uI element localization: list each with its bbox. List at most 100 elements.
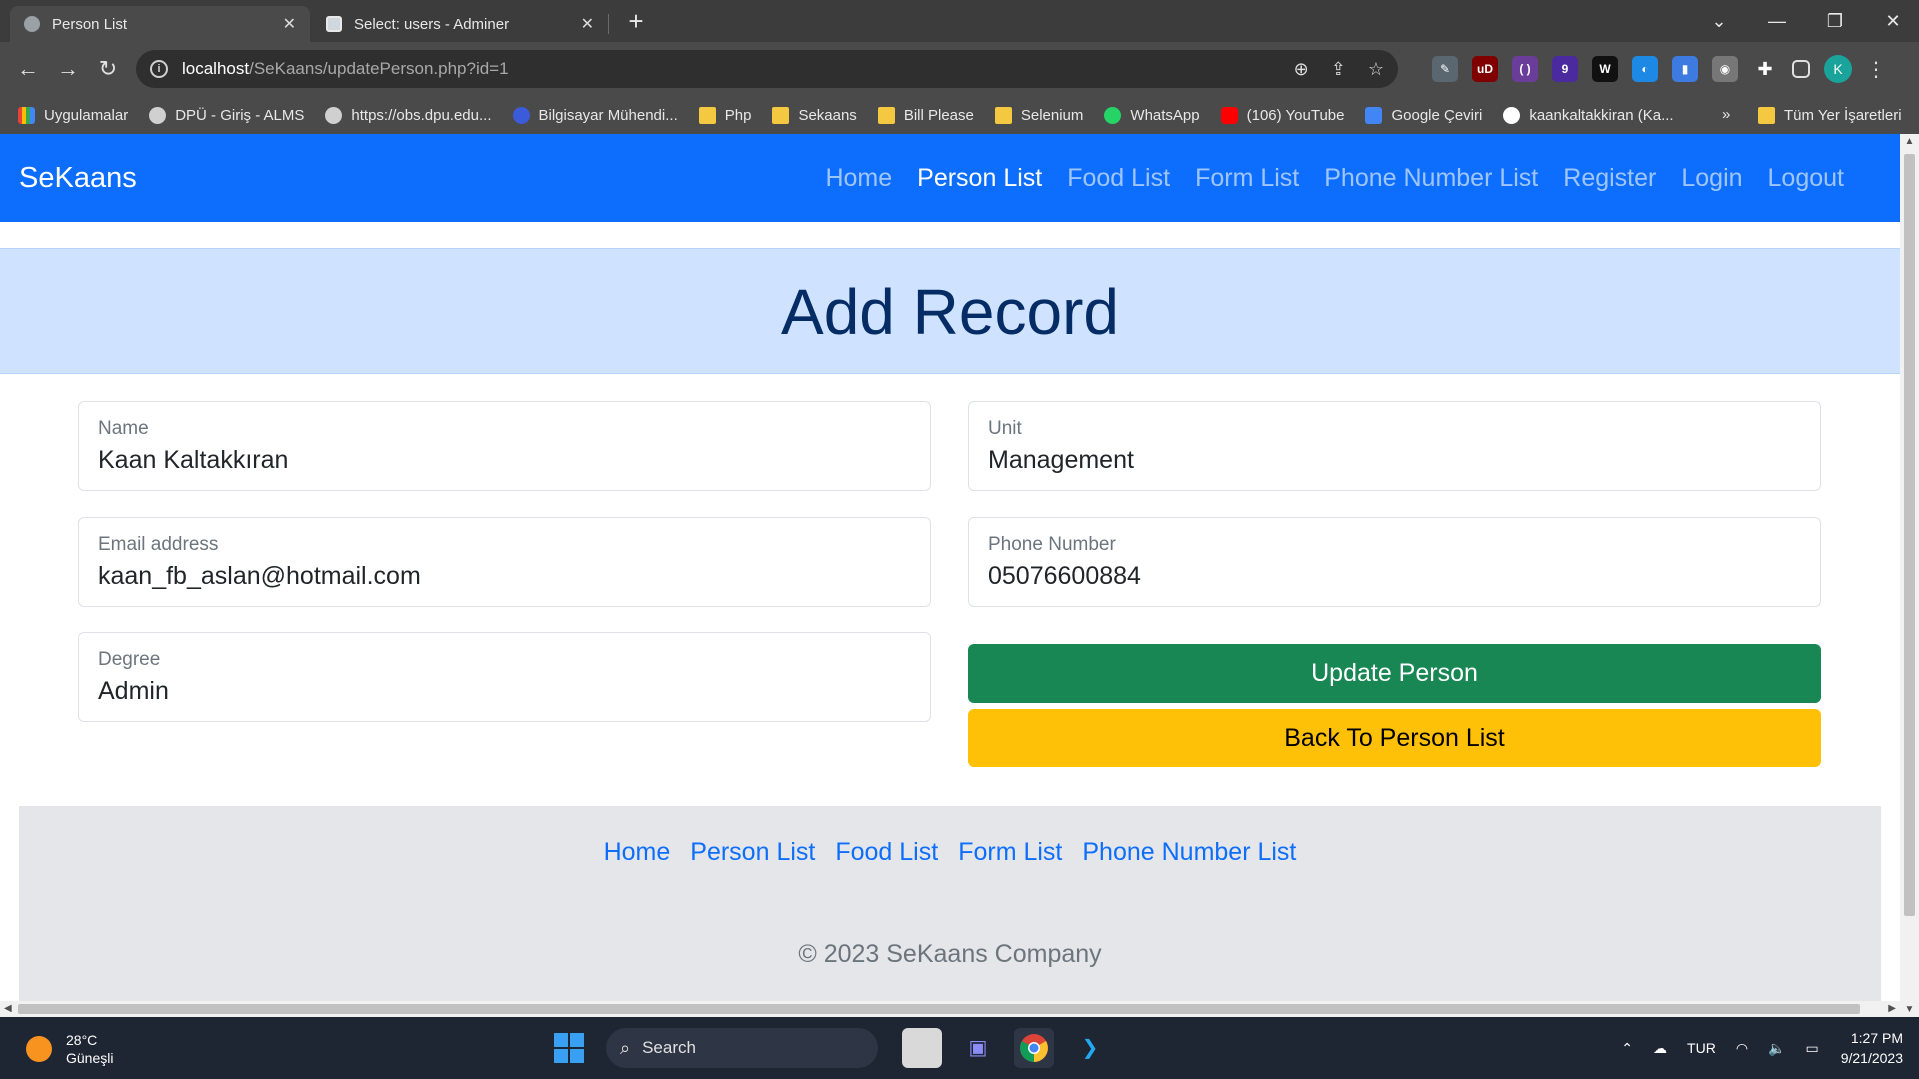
phone-input[interactable] <box>988 562 1801 591</box>
scroll-up-arrow-icon[interactable]: ▲ <box>1900 136 1919 147</box>
edge-extension-icon[interactable]: ◐ <box>1632 56 1658 82</box>
taskbar-apps: ⌕ Search ▣ ❯ <box>554 1027 1126 1069</box>
back-to-person-list-button[interactable]: Back To Person List <box>968 709 1821 767</box>
scroll-down-arrow-icon[interactable]: ▼ <box>1900 1004 1919 1015</box>
forward-button[interactable]: → <box>52 53 84 85</box>
bookmark-item[interactable]: Google Çeviri <box>1365 106 1482 124</box>
tab-label: Select: users - Adminer <box>354 15 510 33</box>
chrome-taskbar-icon[interactable] <box>1014 1028 1054 1068</box>
nav-link-person-list[interactable]: Person List <box>917 164 1042 193</box>
bookmark-item[interactable]: Sekaans <box>772 106 857 124</box>
tab-search-icon[interactable]: ⌄ <box>1690 11 1748 32</box>
weather-widget[interactable]: 28°C Güneşli <box>26 1031 113 1067</box>
address-bar[interactable]: i localhost/SeKaans/updatePerson.php?id=… <box>136 50 1398 88</box>
unit-input[interactable] <box>988 446 1801 475</box>
profile-avatar[interactable]: K <box>1824 55 1852 83</box>
browser-menu-icon[interactable]: ⋮ <box>1866 57 1886 82</box>
degree-field[interactable]: Degree <box>78 632 931 722</box>
tab-adminer[interactable]: Select: users - Adminer ✕ <box>312 6 608 42</box>
circle-extension-icon[interactable]: ◉ <box>1712 56 1738 82</box>
search-label: Search <box>642 1038 696 1057</box>
unit-field[interactable]: Unit <box>968 401 1821 491</box>
zoom-icon[interactable]: ⊕ <box>1294 59 1309 80</box>
volume-icon[interactable]: 🔈 <box>1768 1040 1785 1057</box>
footer-link-form-list[interactable]: Form List <box>958 838 1062 866</box>
degree-input[interactable] <box>98 677 911 706</box>
bookmark-item[interactable]: Bill Please <box>877 106 974 124</box>
bookmark-item[interactable]: WhatsApp <box>1104 106 1200 124</box>
new-tab-button[interactable]: + <box>620 6 652 38</box>
share-icon[interactable]: ⇪ <box>1331 59 1346 80</box>
grid-icon <box>18 106 35 124</box>
pen-extension-icon[interactable]: ✎ <box>1432 56 1458 82</box>
close-window-button[interactable]: ✕ <box>1864 11 1919 32</box>
close-icon[interactable]: ✕ <box>581 14 594 34</box>
tray-chevron-icon[interactable]: ⌃ <box>1621 1040 1633 1057</box>
bookmark-item[interactable]: Selenium <box>994 106 1084 124</box>
language-indicator[interactable]: TUR <box>1687 1040 1716 1056</box>
taskbar-search[interactable]: ⌕ Search <box>606 1028 878 1068</box>
footer-link-phone-number-list[interactable]: Phone Number List <box>1082 838 1296 866</box>
taskbar-clock[interactable]: 1:27 PM 9/21/2023 <box>1841 1028 1903 1068</box>
tab-person-list[interactable]: Person List ✕ <box>10 6 310 42</box>
all-bookmarks-label: Tüm Yer İşaretleri <box>1784 106 1902 124</box>
bookmark-item[interactable]: Uygulamalar <box>18 106 128 124</box>
side-panel-icon[interactable] <box>1792 60 1810 78</box>
back-button[interactable]: ← <box>12 53 44 85</box>
bookmark-item[interactable]: kaankaltakkiran (Ka... <box>1503 106 1674 124</box>
bookmark-item[interactable]: DPÜ - Giriş - ALMS <box>149 106 304 124</box>
scrollbar-thumb[interactable] <box>1904 154 1915 916</box>
hat-extension-icon[interactable]: 9 <box>1552 56 1578 82</box>
scrollbar-thumb[interactable] <box>18 1004 1860 1014</box>
battery-icon[interactable]: ▭ <box>1805 1040 1818 1057</box>
vertical-scrollbar[interactable]: ▲ ▼ <box>1900 134 1919 1017</box>
bookmark-item[interactable]: (106) YouTube <box>1220 106 1344 124</box>
windows-start-icon[interactable] <box>554 1033 584 1063</box>
minimize-button[interactable]: — <box>1748 11 1806 32</box>
nav-link-food-list[interactable]: Food List <box>1067 164 1170 193</box>
nav-link-login[interactable]: Login <box>1681 164 1742 193</box>
vscode-icon[interactable]: ❯ <box>1070 1028 1110 1068</box>
w-extension-icon[interactable]: W <box>1592 56 1618 82</box>
close-icon[interactable]: ✕ <box>283 14 296 34</box>
bookmark-label: Selenium <box>1020 106 1084 124</box>
name-field[interactable]: Name <box>78 401 931 491</box>
nav-link-logout[interactable]: Logout <box>1768 164 1844 193</box>
scroll-right-arrow-icon[interactable]: ▶ <box>1888 1001 1896 1017</box>
scroll-left-arrow-icon[interactable]: ◀ <box>4 1001 12 1017</box>
task-view-icon[interactable] <box>902 1028 942 1068</box>
reload-button[interactable]: ↻ <box>92 53 124 85</box>
footer-link-home[interactable]: Home <box>604 838 671 866</box>
wifi-icon[interactable]: ◠ <box>1736 1040 1748 1057</box>
info-icon[interactable]: i <box>150 60 168 78</box>
ublock-extension-icon[interactable]: uD <box>1472 56 1498 82</box>
tab-divider <box>608 14 609 34</box>
update-person-button[interactable]: Update Person <box>968 644 1821 703</box>
footer-link-food-list[interactable]: Food List <box>835 838 938 866</box>
nav-link-home[interactable]: Home <box>825 164 892 193</box>
onedrive-cloud-icon[interactable]: ☁ <box>1653 1040 1667 1057</box>
bookmark-item[interactable]: https://obs.dpu.edu... <box>325 106 492 124</box>
name-input[interactable] <box>98 446 911 475</box>
email-field[interactable]: Email address <box>78 517 931 607</box>
teams-chat-icon[interactable]: ▣ <box>958 1028 998 1068</box>
doc-extension-icon[interactable]: ▮ <box>1672 56 1698 82</box>
nav-link-phone-number-list[interactable]: Phone Number List <box>1324 164 1538 193</box>
nav-link-register[interactable]: Register <box>1563 164 1656 193</box>
extensions-puzzle-icon[interactable]: ✚ <box>1752 56 1778 82</box>
phone-field[interactable]: Phone Number <box>968 517 1821 607</box>
bookmark-item[interactable]: Php <box>698 106 751 124</box>
page-viewport: SeKaans Home Person List Food List Form Lis… <box>0 134 1900 1017</box>
url-host: localhost <box>182 59 250 78</box>
restore-button[interactable]: ❐ <box>1806 11 1864 32</box>
all-bookmarks-folder[interactable]: Tüm Yer İşaretleri <box>1758 96 1902 134</box>
site-brand[interactable]: SeKaans <box>19 134 137 222</box>
bookmark-star-icon[interactable]: ☆ <box>1368 59 1384 80</box>
horizontal-scrollbar[interactable]: ◀ ▶ <box>0 1001 1900 1017</box>
nav-link-form-list[interactable]: Form List <box>1195 164 1299 193</box>
footer-link-person-list[interactable]: Person List <box>690 838 815 866</box>
email-input[interactable] <box>98 562 911 591</box>
bookmarks-overflow-button[interactable]: » <box>1722 96 1730 134</box>
brackets-extension-icon[interactable]: ( ) <box>1512 56 1538 82</box>
bookmark-item[interactable]: Bilgisayar Mühendi... <box>512 106 678 124</box>
